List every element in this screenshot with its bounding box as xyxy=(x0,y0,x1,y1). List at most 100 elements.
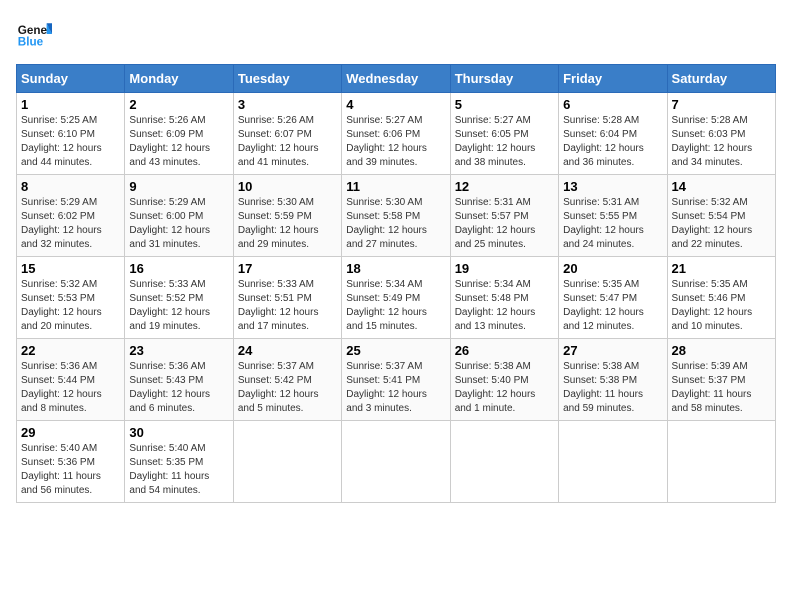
day-info: Sunrise: 5:25 AM Sunset: 6:10 PM Dayligh… xyxy=(21,114,120,170)
day-cell: 26 Sunrise: 5:38 AM Sunset: 5:40 PM Dayli… xyxy=(450,339,558,421)
day-cell: 13 Sunrise: 5:31 AM Sunset: 5:55 PM Dayli… xyxy=(559,175,667,257)
day-cell: 8 Sunrise: 5:29 AM Sunset: 6:02 PM Daylig… xyxy=(17,175,125,257)
day-cell: 5Sunrise: 5:27 AM Sunset: 6:05 PM Daylig… xyxy=(450,93,558,175)
day-number: 8 xyxy=(21,179,120,194)
day-number: 22 xyxy=(21,343,120,358)
day-info: Sunrise: 5:35 AM Sunset: 5:47 PM Dayligh… xyxy=(563,278,662,334)
day-cell: 18 Sunrise: 5:34 AM Sunset: 5:49 PM Dayli… xyxy=(342,257,450,339)
day-info: Sunrise: 5:33 AM Sunset: 5:52 PM Dayligh… xyxy=(129,278,228,334)
day-number: 17 xyxy=(238,261,337,276)
day-number: 13 xyxy=(563,179,662,194)
day-cell: 11 Sunrise: 5:30 AM Sunset: 5:58 PM Dayli… xyxy=(342,175,450,257)
day-number: 30 xyxy=(129,425,228,440)
week-row-1: 1 Sunrise: 5:25 AM Sunset: 6:10 PM Daylig… xyxy=(17,93,776,175)
day-number: 29 xyxy=(21,425,120,440)
weekday-header-saturday: Saturday xyxy=(667,65,775,93)
day-number: 11 xyxy=(346,179,445,194)
day-number: 6 xyxy=(563,97,662,112)
day-info: Sunrise: 5:35 AM Sunset: 5:46 PM Dayligh… xyxy=(672,278,771,334)
day-cell: 17 Sunrise: 5:33 AM Sunset: 5:51 PM Dayli… xyxy=(233,257,341,339)
day-number: 1 xyxy=(21,97,120,112)
day-info: Sunrise: 5:33 AM Sunset: 5:51 PM Dayligh… xyxy=(238,278,337,334)
day-number: 12 xyxy=(455,179,554,194)
day-number: 21 xyxy=(672,261,771,276)
day-cell: 12 Sunrise: 5:31 AM Sunset: 5:57 PM Dayli… xyxy=(450,175,558,257)
day-number: 4 xyxy=(346,97,445,112)
day-cell: 21 Sunrise: 5:35 AM Sunset: 5:46 PM Dayli… xyxy=(667,257,775,339)
day-cell: 6 Sunrise: 5:28 AM Sunset: 6:04 PM Daylig… xyxy=(559,93,667,175)
day-info: Sunrise: 5:28 AM Sunset: 6:04 PM Dayligh… xyxy=(563,114,662,170)
day-info: Sunrise: 5:40 AM Sunset: 5:35 PM Dayligh… xyxy=(129,442,228,498)
day-number: 9 xyxy=(129,179,228,194)
day-number: 10 xyxy=(238,179,337,194)
day-number: 5 xyxy=(455,97,554,112)
weekday-header-wednesday: Wednesday xyxy=(342,65,450,93)
day-number: 14 xyxy=(672,179,771,194)
day-cell: 9 Sunrise: 5:29 AM Sunset: 6:00 PM Daylig… xyxy=(125,175,233,257)
day-cell: 24Sunrise: 5:37 AM Sunset: 5:42 PM Dayli… xyxy=(233,339,341,421)
day-number: 2 xyxy=(129,97,228,112)
day-cell: 20 Sunrise: 5:35 AM Sunset: 5:47 PM Dayli… xyxy=(559,257,667,339)
day-cell: 4 Sunrise: 5:27 AM Sunset: 6:06 PM Daylig… xyxy=(342,93,450,175)
day-number: 15 xyxy=(21,261,120,276)
day-cell: 3 Sunrise: 5:26 AM Sunset: 6:07 PM Daylig… xyxy=(233,93,341,175)
weekday-header-tuesday: Tuesday xyxy=(233,65,341,93)
day-info: Sunrise: 5:34 AM Sunset: 5:49 PM Dayligh… xyxy=(346,278,445,334)
day-info: Sunrise: 5:38 AM Sunset: 5:38 PM Dayligh… xyxy=(563,360,662,416)
day-info: Sunrise: 5:37 AM Sunset: 5:41 PM Dayligh… xyxy=(346,360,445,416)
weekday-header-row: SundayMondayTuesdayWednesdayThursdayFrid… xyxy=(17,65,776,93)
day-cell: 30 Sunrise: 5:40 AM Sunset: 5:35 PM Dayli… xyxy=(125,421,233,503)
day-info: Sunrise: 5:32 AM Sunset: 5:54 PM Dayligh… xyxy=(672,196,771,252)
day-number: 7 xyxy=(672,97,771,112)
week-row-2: 8 Sunrise: 5:29 AM Sunset: 6:02 PM Daylig… xyxy=(17,175,776,257)
day-info: Sunrise: 5:26 AM Sunset: 6:09 PM Dayligh… xyxy=(129,114,228,170)
day-cell: 23Sunrise: 5:36 AM Sunset: 5:43 PM Dayli… xyxy=(125,339,233,421)
week-row-5: 29Sunrise: 5:40 AM Sunset: 5:36 PM Dayli… xyxy=(17,421,776,503)
day-cell: 16 Sunrise: 5:33 AM Sunset: 5:52 PM Dayli… xyxy=(125,257,233,339)
day-info: Sunrise: 5:29 AM Sunset: 6:00 PM Dayligh… xyxy=(129,196,228,252)
day-info: Sunrise: 5:31 AM Sunset: 5:57 PM Dayligh… xyxy=(455,196,554,252)
day-info: Sunrise: 5:31 AM Sunset: 5:55 PM Dayligh… xyxy=(563,196,662,252)
day-cell xyxy=(342,421,450,503)
weekday-header-sunday: Sunday xyxy=(17,65,125,93)
day-number: 26 xyxy=(455,343,554,358)
day-cell: 25 Sunrise: 5:37 AM Sunset: 5:41 PM Dayli… xyxy=(342,339,450,421)
day-cell: 10 Sunrise: 5:30 AM Sunset: 5:59 PM Dayli… xyxy=(233,175,341,257)
day-cell: 15 Sunrise: 5:32 AM Sunset: 5:53 PM Dayli… xyxy=(17,257,125,339)
day-info: Sunrise: 5:32 AM Sunset: 5:53 PM Dayligh… xyxy=(21,278,120,334)
day-cell xyxy=(233,421,341,503)
calendar-table: SundayMondayTuesdayWednesdayThursdayFrid… xyxy=(16,64,776,503)
week-row-4: 22 Sunrise: 5:36 AM Sunset: 5:44 PM Dayli… xyxy=(17,339,776,421)
day-number: 18 xyxy=(346,261,445,276)
day-cell: 19Sunrise: 5:34 AM Sunset: 5:48 PM Dayli… xyxy=(450,257,558,339)
day-cell: 27 Sunrise: 5:38 AM Sunset: 5:38 PM Dayli… xyxy=(559,339,667,421)
day-info: Sunrise: 5:27 AM Sunset: 6:06 PM Dayligh… xyxy=(346,114,445,170)
day-number: 25 xyxy=(346,343,445,358)
day-cell: 7 Sunrise: 5:28 AM Sunset: 6:03 PM Daylig… xyxy=(667,93,775,175)
day-info: Sunrise: 5:38 AM Sunset: 5:40 PM Dayligh… xyxy=(455,360,554,416)
day-cell: 2 Sunrise: 5:26 AM Sunset: 6:09 PM Daylig… xyxy=(125,93,233,175)
day-info: Sunrise: 5:36 AM Sunset: 5:43 PM Dayligh… xyxy=(129,360,228,416)
day-info: Sunrise: 5:30 AM Sunset: 5:58 PM Dayligh… xyxy=(346,196,445,252)
day-info: Sunrise: 5:34 AM Sunset: 5:48 PM Dayligh… xyxy=(455,278,554,334)
svg-text:Blue: Blue xyxy=(18,36,44,49)
weekday-header-friday: Friday xyxy=(559,65,667,93)
day-number: 20 xyxy=(563,261,662,276)
day-cell: 28Sunrise: 5:39 AM Sunset: 5:37 PM Dayli… xyxy=(667,339,775,421)
day-number: 28 xyxy=(672,343,771,358)
day-cell xyxy=(450,421,558,503)
day-number: 16 xyxy=(129,261,228,276)
day-info: Sunrise: 5:28 AM Sunset: 6:03 PM Dayligh… xyxy=(672,114,771,170)
logo-icon: General Blue xyxy=(16,16,52,52)
day-number: 3 xyxy=(238,97,337,112)
day-info: Sunrise: 5:26 AM Sunset: 6:07 PM Dayligh… xyxy=(238,114,337,170)
day-info: Sunrise: 5:30 AM Sunset: 5:59 PM Dayligh… xyxy=(238,196,337,252)
day-cell: 1 Sunrise: 5:25 AM Sunset: 6:10 PM Daylig… xyxy=(17,93,125,175)
day-number: 27 xyxy=(563,343,662,358)
logo: General Blue xyxy=(16,16,52,52)
day-info: Sunrise: 5:29 AM Sunset: 6:02 PM Dayligh… xyxy=(21,196,120,252)
day-info: Sunrise: 5:36 AM Sunset: 5:44 PM Dayligh… xyxy=(21,360,120,416)
day-cell: 29Sunrise: 5:40 AM Sunset: 5:36 PM Dayli… xyxy=(17,421,125,503)
day-cell xyxy=(667,421,775,503)
day-number: 24 xyxy=(238,343,337,358)
